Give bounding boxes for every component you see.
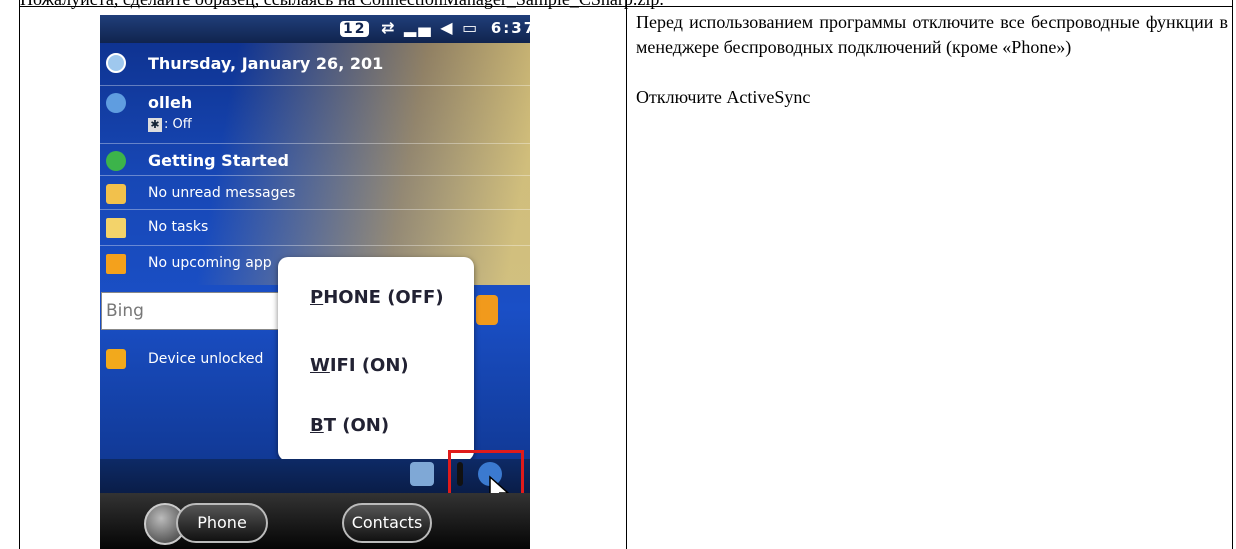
menu-item-bt[interactable]: BT (ON) [310, 415, 389, 436]
getting-started-row[interactable]: Getting Started [100, 145, 530, 177]
tray-sync-icon[interactable] [410, 462, 434, 486]
tasks-row[interactable]: No tasks [100, 211, 530, 245]
date-row[interactable]: Thursday, January 26, 201 [100, 47, 530, 83]
envelope-icon [106, 184, 126, 204]
search-button[interactable] [476, 295, 498, 325]
table-border-left [19, 0, 20, 549]
phone-screenshot: 12 ⇄ ▂▄ ◀ ▭ 6:37 Thursday, January 26, 2… [100, 15, 530, 549]
volume-icon[interactable]: ◀ [440, 18, 454, 37]
getting-started-icon [106, 151, 126, 171]
search-input[interactable]: Bing [101, 292, 293, 330]
instruction-paragraph-2: Отключите ActiveSync [636, 87, 811, 107]
notification-badge[interactable]: 12 [340, 21, 370, 37]
table-border-right [1232, 0, 1233, 549]
signal-icon[interactable]: ▂▄ [404, 18, 433, 37]
clock-icon [106, 53, 126, 73]
wireless-menu: PHONE (OFF) WIFI (ON) BT (ON) [278, 257, 474, 461]
antenna-icon [106, 93, 126, 113]
bluetooth-icon: ✱ [148, 118, 162, 132]
status-bar: 12 ⇄ ▂▄ ◀ ▭ 6:37 [100, 15, 530, 43]
instruction-text: Перед использованием программы отключите… [636, 10, 1228, 110]
lock-icon [106, 349, 126, 369]
bluetooth-status: : Off [164, 117, 192, 132]
menu-item-phone[interactable]: PHONE (OFF) [310, 287, 444, 308]
bottom-bar: Phone Contacts [100, 493, 530, 549]
sync-icon[interactable]: ⇄ [381, 18, 396, 37]
contacts-softkey[interactable]: Contacts [342, 503, 432, 543]
phone-softkey[interactable]: Phone [176, 503, 268, 543]
table-border-middle [626, 0, 627, 549]
instruction-paragraph-1: Перед использованием программы отключите… [636, 12, 1228, 57]
menu-item-wifi[interactable]: WIFI (ON) [310, 355, 409, 376]
messages-row[interactable]: No unread messages [100, 177, 530, 211]
table-border-top [19, 6, 1233, 7]
clock-time[interactable]: 6:37 [491, 19, 530, 37]
tasks-icon [106, 218, 126, 238]
battery-icon[interactable]: ▭ [462, 18, 479, 37]
calendar-icon [106, 254, 126, 274]
operator-row[interactable]: olleh ✱: Off [100, 87, 530, 147]
